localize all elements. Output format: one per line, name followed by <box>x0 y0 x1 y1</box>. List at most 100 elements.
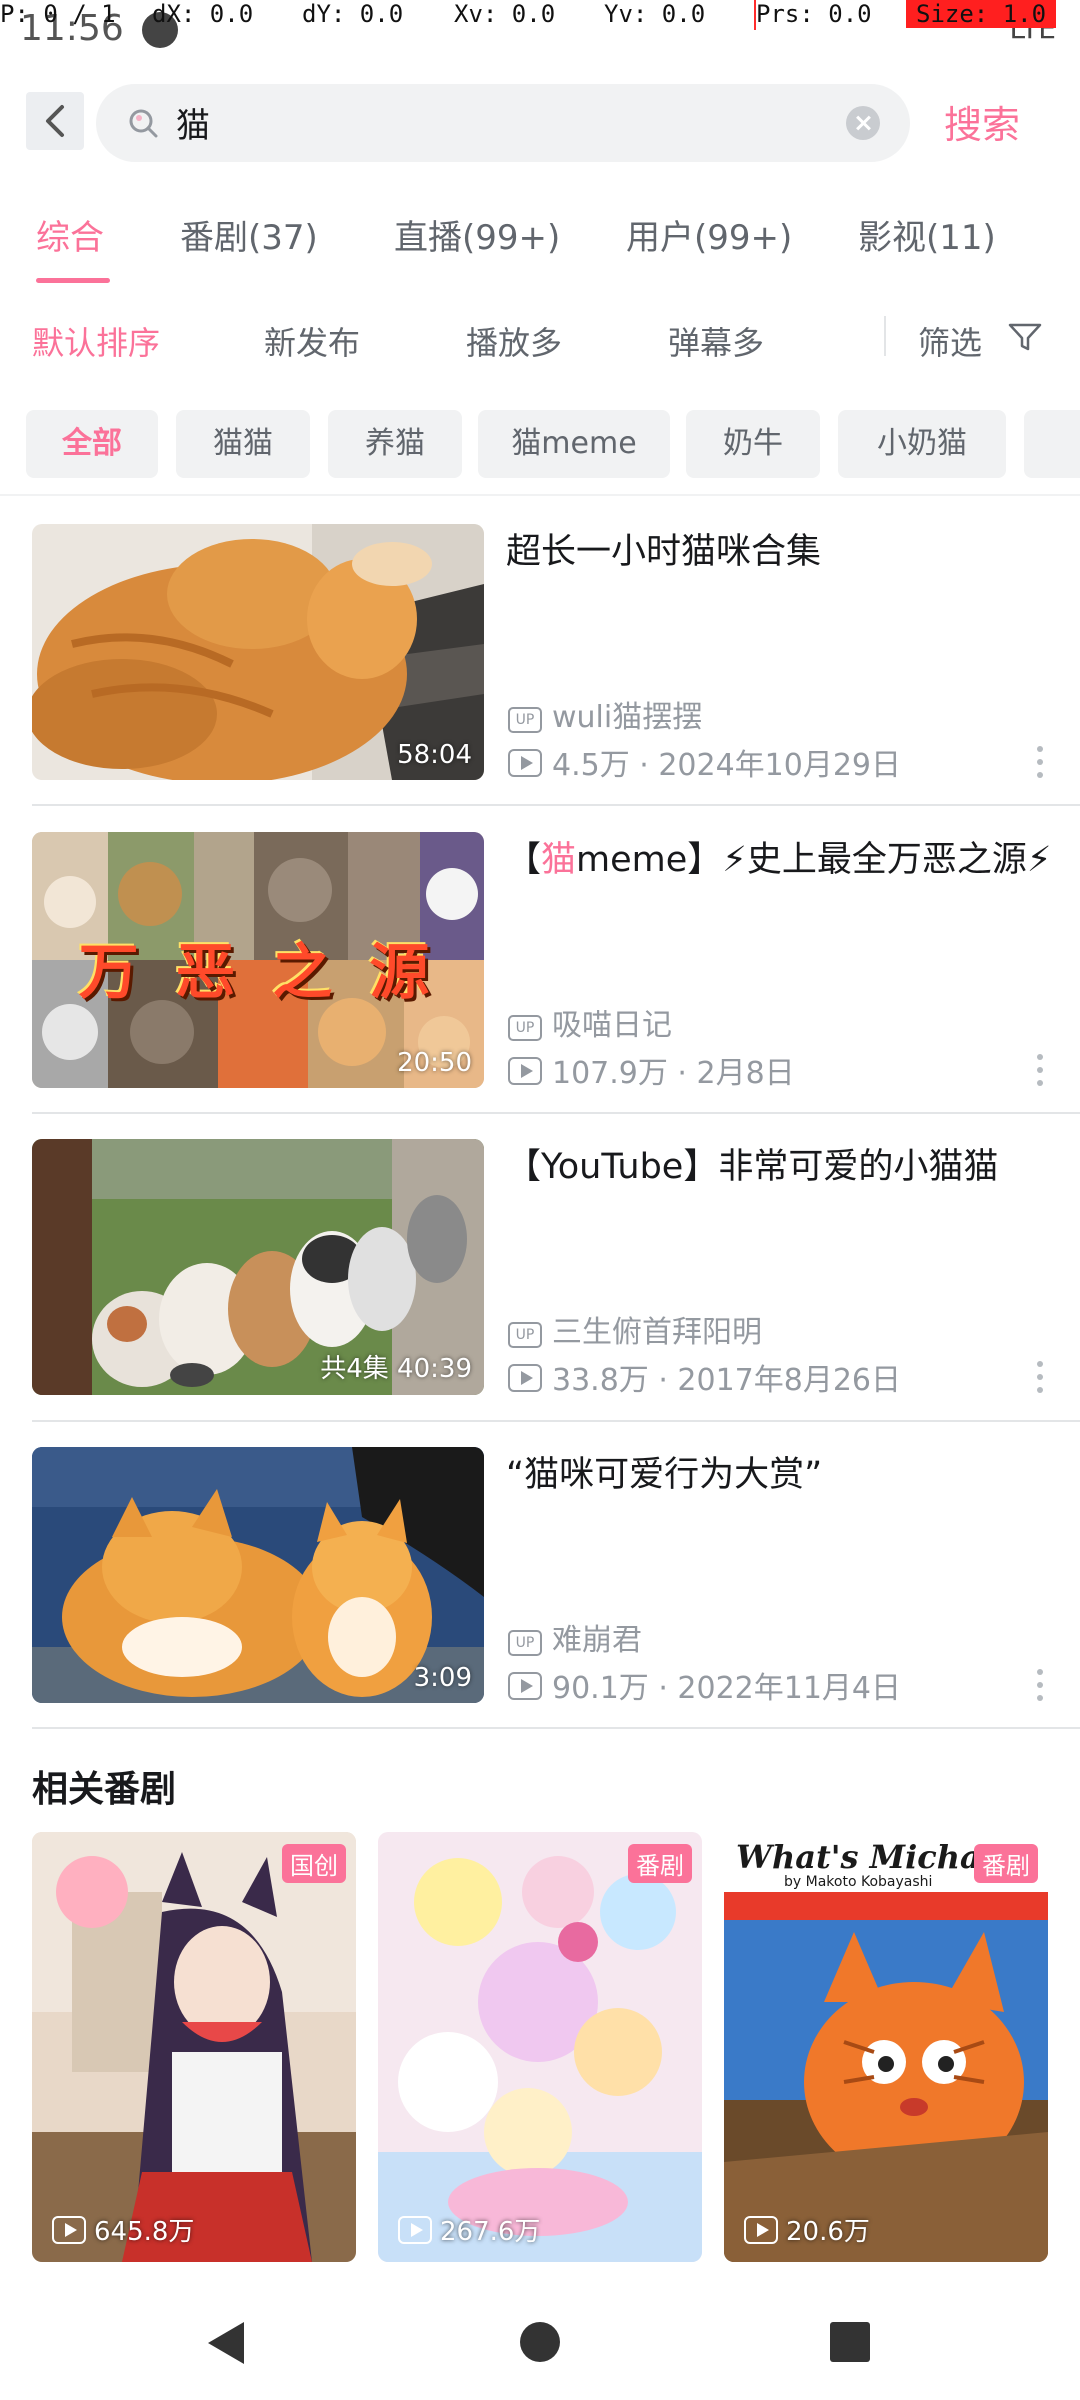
video-card[interactable]: 58:04 超长一小时猫咪合集 UP wuli猫摆摆 4.5万 · 2024年10… <box>32 524 1080 824</box>
bangumi-card[interactable]: 番剧 267.6万 <box>378 1832 702 2262</box>
video-views-date: 90.1万 · 2022年11月4日 <box>552 1671 902 1706</box>
video-thumbnail[interactable]: 3:09 <box>32 1447 484 1703</box>
video-views-date: 33.8万 · 2017年8月26日 <box>552 1363 902 1398</box>
related-bangumi-title: 相关番剧 <box>32 1769 177 1810</box>
chip-maomao[interactable]: 猫猫 <box>176 410 310 478</box>
nav-recents-icon[interactable] <box>830 2322 870 2362</box>
video-thumbnail[interactable]: 万 恶 之 源 20:50 <box>32 832 484 1088</box>
active-tab-indicator <box>36 278 110 283</box>
nav-back-icon[interactable] <box>204 2320 248 2366</box>
video-title[interactable]: 【YouTube】非常可爱的小猫猫 <box>506 1143 1066 1191</box>
debug-dy: dY: 0.0 <box>302 0 404 28</box>
back-arrow-icon <box>46 105 64 137</box>
video-views-date: 107.9万 · 2月8日 <box>552 1056 795 1091</box>
video-card[interactable]: 共4集 40:39 【YouTube】非常可爱的小猫猫 UP 三生俯首拜阳明 33… <box>32 1139 1080 1439</box>
more-options-icon[interactable] <box>1028 1054 1052 1088</box>
video-thumbnail[interactable]: 共4集 40:39 <box>32 1139 484 1395</box>
tab-live[interactable]: 直播(99+) <box>394 210 560 259</box>
clear-search-icon[interactable] <box>846 106 880 140</box>
system-navigation-bar <box>0 2280 1080 2400</box>
chip-cow-cat[interactable]: 奶牛 <box>686 410 820 478</box>
search-query: 猫 <box>176 106 210 146</box>
search-icon <box>129 109 158 138</box>
uploader-name: 三生俯首拜阳明 <box>552 1315 762 1350</box>
more-options-icon[interactable] <box>1028 1361 1052 1395</box>
search-button[interactable]: 搜索 <box>944 94 1020 149</box>
debug-yv: Yv: 0.0 <box>604 0 706 28</box>
title-keyword-highlight: 猫 <box>541 840 577 880</box>
up-icon: UP <box>508 1015 542 1041</box>
uploader-name: wuli猫摆摆 <box>552 700 703 735</box>
play-count-icon <box>508 1364 542 1392</box>
tab-all[interactable]: 综合 <box>36 210 104 259</box>
bangumi-cover-image <box>378 1832 702 2262</box>
chip-more[interactable] <box>1024 410 1080 478</box>
sort-most-danmaku[interactable]: 弹幕多 <box>668 318 764 364</box>
tab-bangumi[interactable]: 番剧(37) <box>180 210 318 259</box>
bangumi-views: 20.6万 <box>744 2211 870 2248</box>
play-count-icon <box>398 2216 432 2244</box>
cover-title: What's Michael <box>736 1838 1014 1876</box>
keyword-chips: 全部 猫猫 养猫 猫meme 奶牛 小奶猫 <box>26 410 1080 478</box>
result-type-tabs: 综合 番剧(37) 直播(99+) 用户(99+) 影视(11) <box>0 200 1080 290</box>
video-stats: 90.1万 · 2022年11月4日 <box>508 1663 901 1707</box>
search-header: 猫 搜索 <box>0 82 1080 162</box>
up-icon: UP <box>508 1630 542 1656</box>
play-count-icon <box>508 749 542 777</box>
chip-all[interactable]: 全部 <box>26 410 158 478</box>
nav-home-icon[interactable] <box>520 2322 560 2362</box>
chip-cat-meme[interactable]: 猫meme <box>478 410 670 478</box>
tab-users[interactable]: 用户(99+) <box>626 210 792 259</box>
sort-divider <box>884 316 886 356</box>
video-uploader[interactable]: UP 三生俯首拜阳明 <box>508 1307 762 1351</box>
video-card[interactable]: 万 恶 之 源 20:50 【猫meme】⚡史上最全万恶之源⚡ UP 吸喵日记 1… <box>32 832 1080 1132</box>
video-stats: 4.5万 · 2024年10月29日 <box>508 740 901 784</box>
search-input[interactable]: 猫 <box>96 84 910 162</box>
uploader-name: 难崩君 <box>552 1623 642 1658</box>
bangumi-card[interactable]: 国创 645.8万 <box>32 1832 356 2262</box>
bangumi-view-count: 20.6万 <box>786 2217 870 2247</box>
filter-button[interactable]: 筛选 <box>918 318 982 364</box>
bangumi-views: 645.8万 <box>52 2211 194 2248</box>
cover-subtitle: by Makoto Kobayashi <box>784 1874 933 1890</box>
video-card[interactable]: 3:09 “猫咪可爱行为大赏” UP 难崩君 90.1万 · 2022年11月4日 <box>32 1447 1080 1747</box>
more-options-icon[interactable] <box>1028 746 1052 780</box>
bangumi-cover-image <box>32 1832 356 2262</box>
sort-most-played[interactable]: 播放多 <box>466 318 562 364</box>
filter-icon[interactable] <box>1008 322 1042 352</box>
video-title[interactable]: “猫咪可爱行为大赏” <box>506 1451 1066 1499</box>
video-duration: 20:50 <box>397 1048 472 1078</box>
video-duration: 58:04 <box>397 740 472 770</box>
sort-newest[interactable]: 新发布 <box>264 318 360 364</box>
bangumi-cover-image <box>724 1832 1048 2262</box>
debug-size: Size: 1.0 <box>906 0 1057 28</box>
video-uploader[interactable]: UP 吸喵日记 <box>508 1000 672 1044</box>
video-thumbnail[interactable]: 58:04 <box>32 524 484 780</box>
sort-bar: 默认排序 新发布 播放多 弹幕多 筛选 <box>0 304 1080 374</box>
video-uploader[interactable]: UP wuli猫摆摆 <box>508 692 702 736</box>
list-divider <box>32 1112 1080 1114</box>
video-title[interactable]: 【猫meme】⚡史上最全万恶之源⚡ <box>506 836 1066 884</box>
bangumi-views: 267.6万 <box>398 2211 540 2248</box>
up-icon: UP <box>508 707 542 733</box>
up-icon: UP <box>508 1322 542 1348</box>
bangumi-card[interactable]: What's Michael by Makoto Kobayashi 番剧 20… <box>724 1832 1048 2262</box>
play-count-icon <box>52 2216 86 2244</box>
title-prefix: 【 <box>506 840 542 880</box>
debug-pointer: P: 0 / 1 <box>0 0 116 28</box>
play-count-icon <box>744 2216 778 2244</box>
bangumi-badge: 番剧 <box>974 1844 1038 1883</box>
tab-movies[interactable]: 影视(11) <box>858 210 996 259</box>
debug-xv: Xv: 0.0 <box>454 0 556 28</box>
pointer-debug-overlay: P: 0 / 1 dX: 0.0 dY: 0.0 Xv: 0.0 Yv: 0.0… <box>0 0 1080 30</box>
back-button[interactable] <box>26 92 84 150</box>
thumbnail-caption: 万 恶 之 源 <box>78 938 438 1008</box>
video-duration: 共4集 40:39 <box>320 1354 472 1384</box>
video-uploader[interactable]: UP 难崩君 <box>508 1615 642 1659</box>
bangumi-view-count: 267.6万 <box>440 2217 541 2247</box>
sort-default[interactable]: 默认排序 <box>32 318 160 364</box>
chip-kitten[interactable]: 小奶猫 <box>838 410 1006 478</box>
chip-yangmao[interactable]: 养猫 <box>328 410 462 478</box>
video-title[interactable]: 超长一小时猫咪合集 <box>506 528 1066 576</box>
more-options-icon[interactable] <box>1028 1669 1052 1703</box>
